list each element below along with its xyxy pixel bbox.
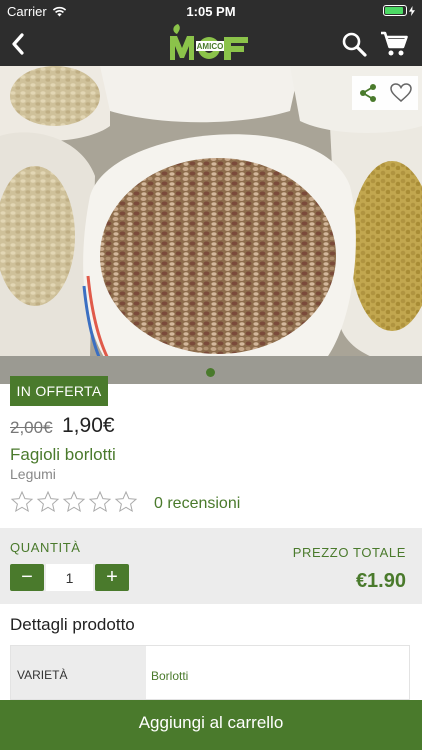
- product-image[interactable]: [0, 66, 422, 384]
- share-favorite-box: [352, 76, 418, 110]
- search-button[interactable]: [340, 30, 368, 58]
- product-name: Fagioli borlotti: [10, 445, 116, 464]
- battery-icon: [383, 5, 407, 16]
- increase-quantity-button[interactable]: +: [95, 564, 129, 591]
- details-key: VARIETÀ: [11, 646, 146, 699]
- battery-fill: [385, 7, 403, 14]
- mof-logo-icon: AMICO: [170, 24, 248, 60]
- charging-bolt-icon: [409, 5, 415, 16]
- quantity-panel: QUANTITÀ − + PREZZO TOTALE €1.90: [0, 528, 422, 604]
- old-price: 2,00€: [10, 418, 53, 437]
- heart-icon[interactable]: [390, 83, 412, 103]
- brand-logo[interactable]: AMICO: [168, 22, 254, 64]
- status-bar: Carrier 1:05 PM: [0, 0, 422, 22]
- current-price: 1,90€: [62, 414, 115, 437]
- star-icon[interactable]: [62, 490, 86, 514]
- decrease-quantity-button[interactable]: −: [10, 564, 44, 591]
- add-to-cart-button[interactable]: Aggiungi al carrello: [0, 700, 422, 750]
- cart-button[interactable]: [379, 30, 409, 58]
- product-photo: [0, 66, 422, 384]
- star-icon[interactable]: [88, 490, 112, 514]
- chevron-left-icon: [12, 33, 24, 55]
- share-icon[interactable]: [358, 83, 378, 103]
- quantity-label: QUANTITÀ: [10, 540, 81, 555]
- quantity-input[interactable]: [46, 564, 93, 591]
- offer-badge: IN OFFERTA: [10, 376, 108, 406]
- star-icon[interactable]: [36, 490, 60, 514]
- total-price-value: €1.90: [355, 570, 406, 592]
- details-value: Borlotti: [146, 646, 409, 699]
- rating-stars[interactable]: [10, 490, 138, 514]
- back-button[interactable]: [6, 30, 36, 58]
- carousel-dot[interactable]: [206, 368, 215, 377]
- details-title: Dettagli prodotto: [10, 615, 135, 634]
- product-category: Legumi: [10, 466, 56, 482]
- details-table: VARIETÀ Borlotti: [10, 645, 410, 700]
- star-icon[interactable]: [114, 490, 138, 514]
- search-icon: [342, 32, 367, 57]
- battery-indicator: [383, 5, 415, 16]
- svg-text:AMICO: AMICO: [197, 42, 224, 51]
- total-price-label: PREZZO TOTALE: [292, 545, 406, 560]
- star-icon[interactable]: [10, 490, 34, 514]
- shopping-cart-icon: [381, 31, 408, 56]
- reviews-link[interactable]: 0 recensioni: [154, 495, 240, 513]
- clock: 1:05 PM: [186, 4, 236, 19]
- navigation-bar: AMICO: [0, 22, 422, 66]
